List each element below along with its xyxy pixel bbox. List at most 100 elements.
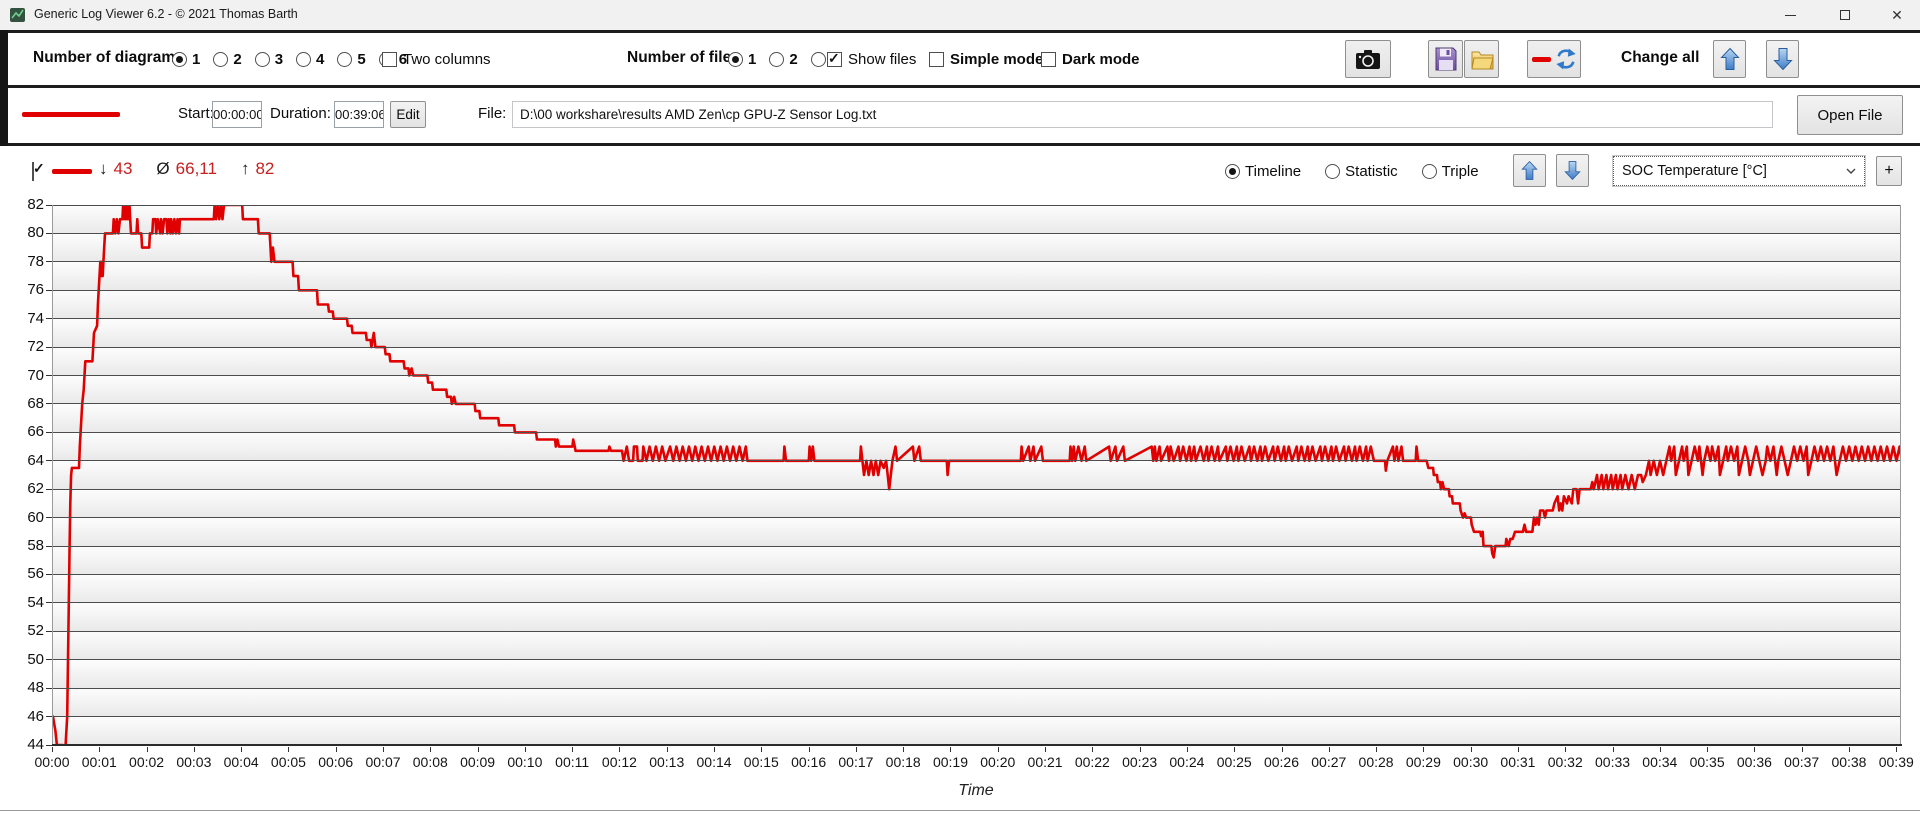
- y-tick-label: 66: [0, 423, 44, 440]
- diagram-count-label: 1: [192, 51, 200, 68]
- y-tick-label: 48: [0, 679, 44, 696]
- file-path-input[interactable]: [512, 101, 1773, 128]
- x-tick-mark: [430, 747, 431, 752]
- max-value: 82: [255, 159, 274, 179]
- x-tick-mark: [761, 747, 762, 752]
- view-mode-radio-group: Timeline Statistic Triple: [1225, 163, 1479, 180]
- diagram-count-radio-3[interactable]: [255, 52, 270, 67]
- view-mode-option-triple[interactable]: Triple: [1422, 163, 1479, 180]
- move-diagram-up-button[interactable]: [1513, 154, 1546, 187]
- view-mode-option-statistic[interactable]: Statistic: [1325, 163, 1398, 180]
- start-time-input[interactable]: [212, 101, 262, 128]
- open-file-button[interactable]: Open File: [1797, 95, 1903, 135]
- y-tick-mark: [46, 489, 52, 490]
- diagram-count-option-3[interactable]: 3: [255, 51, 283, 68]
- x-tick-mark: [525, 747, 526, 752]
- line-style-refresh-button[interactable]: [1527, 40, 1581, 78]
- x-tick-mark: [241, 747, 242, 752]
- x-tick-mark: [1282, 747, 1283, 752]
- show-files-checkbox[interactable]: [827, 52, 842, 67]
- change-all-down-button[interactable]: [1766, 40, 1799, 78]
- diagram-count-radio-2[interactable]: [213, 52, 228, 67]
- x-tick-mark: [1754, 747, 1755, 752]
- view-mode-radio-statistic[interactable]: [1325, 164, 1340, 179]
- y-tick-mark: [46, 546, 52, 547]
- gridline-y-80: [53, 233, 1900, 234]
- series-color-swatch: [22, 112, 120, 117]
- camera-icon: [1355, 49, 1381, 70]
- view-mode-option-timeline[interactable]: Timeline: [1225, 163, 1301, 180]
- x-tick-mark: [619, 747, 620, 752]
- file-count-option-1[interactable]: 1: [728, 51, 756, 68]
- y-tick-label: 44: [0, 736, 44, 753]
- close-button[interactable]: ✕: [1874, 0, 1920, 30]
- two-columns-checkbox[interactable]: [382, 52, 397, 67]
- show-files-option[interactable]: Show files: [827, 51, 916, 68]
- diagram-count-option-2[interactable]: 2: [213, 51, 241, 68]
- x-tick-mark: [147, 747, 148, 752]
- x-tick-mark: [1471, 747, 1472, 752]
- y-tick-label: 50: [0, 651, 44, 668]
- maximize-button[interactable]: [1822, 0, 1868, 30]
- max-arrow-icon: ↑: [241, 159, 250, 179]
- temperature-line-series: [53, 205, 1901, 745]
- y-tick-mark: [46, 745, 52, 746]
- diagram-count-radio-5[interactable]: [337, 52, 352, 67]
- two-columns-option[interactable]: Two columns: [382, 51, 491, 68]
- gridline-y-66: [53, 432, 1900, 433]
- gridline-y-46: [53, 716, 1900, 717]
- duration-input[interactable]: [334, 101, 384, 128]
- view-mode-radio-triple[interactable]: [1422, 164, 1437, 179]
- average-icon: Ø: [156, 159, 169, 179]
- simple-mode-checkbox[interactable]: [929, 52, 944, 67]
- add-series-button[interactable]: +: [1876, 156, 1902, 186]
- minimize-button[interactable]: [1767, 0, 1813, 30]
- dark-mode-option[interactable]: Dark mode: [1041, 51, 1140, 68]
- simple-mode-option[interactable]: Simple mode: [929, 51, 1043, 68]
- dark-mode-checkbox[interactable]: [1041, 52, 1056, 67]
- app-icon: [10, 7, 26, 23]
- two-columns-label: Two columns: [403, 51, 491, 68]
- y-tick-mark: [46, 659, 52, 660]
- view-mode-radio-timeline[interactable]: [1225, 164, 1240, 179]
- diagram-count-option-5[interactable]: 5: [337, 51, 365, 68]
- open-folder-button[interactable]: [1464, 40, 1499, 78]
- x-tick-mark: [99, 747, 100, 752]
- min-arrow-icon: ↓: [99, 159, 108, 179]
- timeline-plot[interactable]: [52, 205, 1901, 745]
- x-tick-mark: [1045, 747, 1046, 752]
- main-toolbar: Number of diagrams 123456 Two columns Nu…: [0, 33, 1920, 85]
- x-tick-mark: [1896, 747, 1897, 752]
- file-count-radio-2[interactable]: [769, 52, 784, 67]
- diagram-count-label: 4: [316, 51, 324, 68]
- file-count-radio-3[interactable]: [811, 52, 826, 67]
- move-diagram-down-button[interactable]: [1556, 154, 1589, 187]
- y-tick-label: 54: [0, 594, 44, 611]
- diagram-count-option-4[interactable]: 4: [296, 51, 324, 68]
- sensor-select-dropdown[interactable]: SOC Temperature [°C]: [1613, 156, 1865, 186]
- y-tick-mark: [46, 403, 52, 404]
- sensor-select-value: SOC Temperature [°C]: [1622, 163, 1767, 179]
- edit-button[interactable]: Edit: [390, 101, 426, 128]
- diagram-count-radio-4[interactable]: [296, 52, 311, 67]
- y-tick-mark: [46, 432, 52, 433]
- x-tick-mark: [336, 747, 337, 752]
- screenshot-button[interactable]: [1345, 40, 1391, 78]
- diagram-count-label: 3: [275, 51, 283, 68]
- series-visible-checkbox[interactable]: [32, 162, 34, 181]
- change-all-up-button[interactable]: [1713, 40, 1746, 78]
- number-of-diagrams-label: Number of diagrams: [33, 49, 184, 67]
- arrow-down-icon: [1564, 160, 1581, 181]
- diagram-count-option-1[interactable]: 1: [172, 51, 200, 68]
- y-tick-label: 64: [0, 452, 44, 469]
- file-count-option-2[interactable]: 2: [769, 51, 797, 68]
- y-tick-mark: [46, 233, 52, 234]
- y-tick-mark: [46, 574, 52, 575]
- file-count-radio-1[interactable]: [728, 52, 743, 67]
- y-tick-label: 46: [0, 708, 44, 725]
- min-value: 43: [114, 159, 133, 179]
- line-style-icon: [1532, 57, 1551, 62]
- save-button[interactable]: [1428, 40, 1463, 78]
- y-tick-mark: [46, 318, 52, 319]
- diagram-count-radio-1[interactable]: [172, 52, 187, 67]
